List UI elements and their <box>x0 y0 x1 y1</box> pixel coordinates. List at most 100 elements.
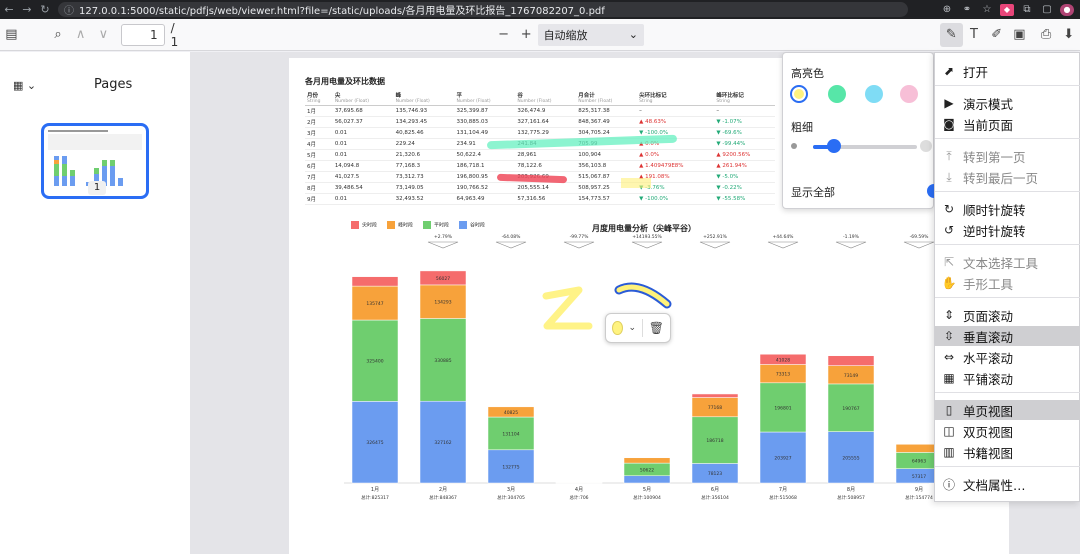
menu-item-hand-tool[interactable]: ✋ 手形工具 <box>935 273 1080 293</box>
thickness-slider-handle[interactable] <box>826 139 841 153</box>
table-cell: ▼ -5.0% <box>714 171 775 183</box>
menu-divider <box>935 466 1080 467</box>
menu-item-presentation[interactable]: ▶ 演示模式 <box>935 93 1080 113</box>
page-thumbnail[interactable]: 1 <box>41 123 149 199</box>
menu-item-rotate-ccw[interactable]: ↺ 逆时针旋转 <box>935 220 1080 240</box>
trend-marker <box>903 241 935 249</box>
extension-icon[interactable]: ◆ <box>1000 3 1014 16</box>
draw-tool-icon[interactable]: ✐ <box>985 23 1008 47</box>
bookmark-star-icon[interactable]: ☆ <box>980 4 994 16</box>
zoom-out-icon[interactable]: − <box>492 23 515 47</box>
zoom-icon[interactable]: ⊕ <box>940 4 954 16</box>
menu-item-vertical-scroll[interactable]: ⇳ 垂直滚动 <box>935 326 1080 346</box>
menu-item-last-page[interactable]: ⤓ 转到最后一页 <box>935 167 1080 187</box>
menu-item-first-page[interactable]: ⤒ 转到第一页 <box>935 146 1080 166</box>
chevron-down-icon[interactable]: ⌄ <box>629 323 637 333</box>
menu-item-book-view[interactable]: ▥ 书籍视图 <box>935 442 1080 462</box>
previous-page-icon[interactable]: ∧ <box>69 23 92 47</box>
menu-item-doc-properties[interactable]: ⓘ 文档属性… <box>935 474 1080 494</box>
table-cell: 41,027.5 <box>332 171 394 183</box>
bar-segment <box>691 393 739 398</box>
swatch-green[interactable] <box>828 85 846 103</box>
table-cell: 37,695.68 <box>332 105 394 117</box>
table-row: 3月 0.01 40,825.46 131,104.49 132,775.29 304,7… <box>305 127 775 139</box>
bar-value-label: 134293 <box>434 300 451 306</box>
menu-item-open[interactable]: ⬈ 打开 <box>935 61 1080 81</box>
total-label: 总计:515068 <box>769 494 797 501</box>
menu-item-single-page[interactable]: ▯ 单页视图 <box>935 400 1080 420</box>
menu-item-horizontal-scroll[interactable]: ⇔ 水平滚动 <box>935 347 1080 367</box>
print-icon[interactable]: ⎙ <box>1035 23 1058 47</box>
thickness-min-icon <box>791 143 797 149</box>
swatch-blue[interactable] <box>865 85 883 103</box>
swatch-yellow[interactable] <box>790 85 808 103</box>
bar-value-label: 64963 <box>912 459 926 465</box>
table-cell: 132,775.29 <box>515 127 577 139</box>
table-cell: 77,168.3 <box>393 160 455 172</box>
table-header: 尖 Number (Float) <box>332 90 394 106</box>
menu-item-label: 打开 <box>963 64 989 80</box>
delete-icon[interactable]: 🗑 <box>649 321 664 335</box>
profile-icon[interactable]: ● <box>1060 3 1074 16</box>
text-annotation-icon[interactable]: T <box>963 23 986 47</box>
table-cell: 50,622.4 <box>454 149 516 161</box>
back-icon[interactable]: ← <box>0 3 18 16</box>
first-page-icon: ⤒ <box>946 148 952 163</box>
bar-value-label: 186718 <box>706 438 723 444</box>
forward-icon[interactable]: → <box>18 3 36 16</box>
menu-item-current-page[interactable]: ◙ 当前页面 <box>935 114 1080 134</box>
save-icon[interactable]: ⬇ <box>1057 23 1080 47</box>
menu-item-label: 文本选择工具 <box>963 255 1039 271</box>
page-scroll-icon: ⇕ <box>943 308 955 322</box>
sidebar-toggle-icon[interactable]: ▤ <box>0 23 23 47</box>
table-cell: 848,367.49 <box>576 116 638 128</box>
thumbnail-page-number: 1 <box>88 181 106 195</box>
thumbnail-view-icon[interactable]: ▦ ⌄ <box>13 79 36 92</box>
change-label: +44.64% <box>773 234 795 240</box>
x-tick-label: 2月 <box>439 487 447 493</box>
menu-item-wrapped-scroll[interactable]: ▦ 平铺滚动 <box>935 368 1080 388</box>
translate-icon[interactable]: ⚭ <box>960 4 974 16</box>
table-cell: ▼ -55.58% <box>714 193 775 205</box>
table-header: 平 Number (Float) <box>454 90 516 106</box>
image-insert-icon[interactable]: ▣ <box>1008 23 1031 47</box>
table-cell: ▲ 0.0% <box>637 149 715 161</box>
table-row: 8月 39,486.54 73,149.05 190,766.52 205,555.14… <box>305 182 775 194</box>
table-cell: 14,094.8 <box>332 160 394 172</box>
swatch-pink[interactable] <box>900 85 918 103</box>
yellow-highlight-annotation[interactable] <box>621 178 651 188</box>
bar-value-label: 40825 <box>504 410 518 416</box>
address-bar[interactable]: ⓘ 127.0.0.1:5000/static/pdfjs/web/viewer… <box>58 2 908 17</box>
annotation-color-button[interactable] <box>612 321 623 335</box>
table-cell: 0.01 <box>332 149 394 161</box>
menu-item-page-scroll[interactable]: ⇕ 页面滚动 <box>935 305 1080 325</box>
page-number-input[interactable]: 1 <box>120 23 165 46</box>
sidepanel-icon[interactable]: ▢ <box>1040 4 1054 16</box>
zoom-in-icon[interactable]: + <box>515 23 538 47</box>
next-page-icon[interactable]: ∨ <box>92 23 115 47</box>
extensions-puzzle-icon[interactable]: ⧉ <box>1020 4 1034 16</box>
total-label: 总计:154774 <box>905 494 933 501</box>
sidebar-panel: ▦ ⌄ Pages 1 <box>0 55 190 554</box>
menu-item-double-page[interactable]: ◫ 双页视图 <box>935 421 1080 441</box>
menu-item-text-select[interactable]: ⇱ 文本选择工具 <box>935 252 1080 272</box>
table-cell: ▲ 1.409479E8% <box>637 160 715 172</box>
change-label: -99.77% <box>570 234 590 240</box>
change-label: +252.91% <box>703 234 728 240</box>
menu-item-rotate-cw[interactable]: ↻ 顺时针旋转 <box>935 199 1080 219</box>
search-icon[interactable]: ⌕ <box>47 23 70 47</box>
last-page-icon: ⤓ <box>946 169 952 184</box>
site-info-icon[interactable]: ⓘ <box>64 2 74 17</box>
table-cell: 135,746.93 <box>393 105 455 117</box>
bar-segment <box>895 444 939 453</box>
total-label: 总计:706 <box>569 494 588 501</box>
highlight-tool-icon[interactable]: ✎ <box>940 22 963 47</box>
table-cell: 78,122.6 <box>515 160 577 172</box>
table-cell: 6月 <box>305 160 333 172</box>
table-cell: ▼ -69.6% <box>714 127 775 139</box>
reload-icon[interactable]: ↻ <box>36 3 54 16</box>
trend-marker <box>699 241 731 249</box>
zoom-select[interactable]: 自动缩放 ⌄ <box>537 23 645 46</box>
table-cell: 73,149.05 <box>393 182 455 194</box>
hand-tool-icon: ✋ <box>941 276 957 290</box>
